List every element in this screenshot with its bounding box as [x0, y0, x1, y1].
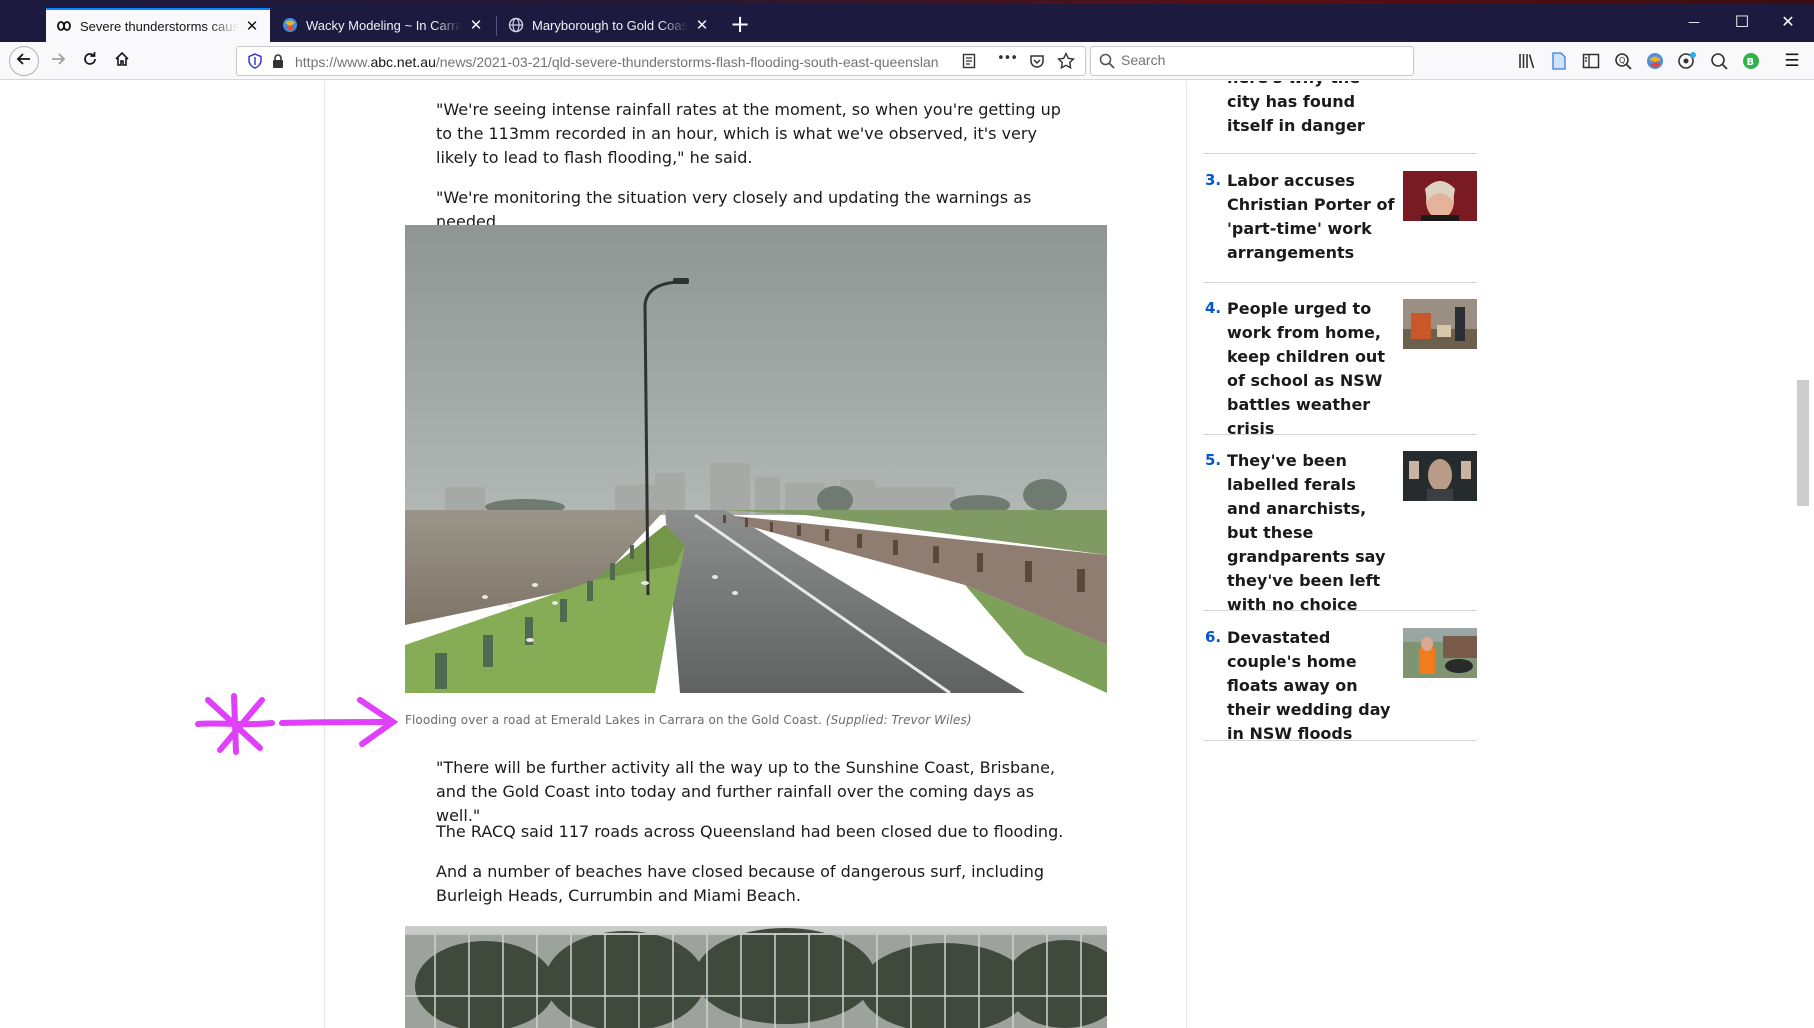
- scrollbar-thumb[interactable]: [1797, 380, 1809, 506]
- pocket-icon[interactable]: [1029, 53, 1045, 73]
- tracking-protection-icon[interactable]: [247, 53, 263, 73]
- left-column-divider: [324, 81, 325, 1028]
- url-path: /news/2021-03-21/qld-severe-thunderstorm…: [435, 54, 939, 70]
- sidebar-item-4[interactable]: 4. People urged to work from home, keep …: [1203, 299, 1477, 438]
- tab-separator: [496, 16, 497, 36]
- sidebar-icon[interactable]: [1581, 51, 1601, 71]
- sidebar-item-2-tail[interactable]: here's why the city has found itself in …: [1203, 81, 1477, 154]
- tab-wacky-modeling[interactable]: Wacky Modeling ~ In Carrara ~ ✕: [272, 8, 494, 42]
- library-icon[interactable]: [1517, 51, 1537, 71]
- back-button[interactable]: [9, 46, 39, 76]
- url-prefix: https://www.: [295, 54, 371, 70]
- sidebar-item-6[interactable]: 6. Devastated couple's home floats away …: [1203, 628, 1477, 743]
- reload-icon: [82, 51, 98, 71]
- sidebar-item-title[interactable]: Devastated couple's home floats away on …: [1227, 626, 1395, 746]
- right-column-divider: [1186, 81, 1187, 1028]
- search-icon: [1099, 53, 1115, 73]
- home-icon: [114, 51, 130, 71]
- svg-text:Q: Q: [1619, 56, 1625, 65]
- sidebar-item-5[interactable]: 5. They've been labelled ferals and anar…: [1203, 451, 1477, 614]
- tab-title: Maryborough to Gold Coast Ra: [532, 17, 688, 33]
- reload-button[interactable]: [74, 46, 106, 76]
- flood-road-photo[interactable]: [405, 225, 1107, 693]
- new-tab-button[interactable]: +: [725, 10, 755, 40]
- bookmark-star-icon[interactable]: [1056, 51, 1076, 74]
- photo-caption: Flooding over a road at Emerald Lakes in…: [405, 713, 972, 727]
- colorful-extension-icon[interactable]: [1645, 51, 1665, 71]
- address-bar[interactable]: https://www.abc.net.au/news/2021-03-21/q…: [236, 46, 1086, 76]
- sidebar-item-title[interactable]: here's why the city has found itself in …: [1227, 81, 1395, 138]
- maximize-button[interactable]: ☐: [1722, 8, 1762, 36]
- lock-icon[interactable]: [271, 53, 285, 73]
- tab-abc-news[interactable]: Severe thunderstorms cause fla ✕: [46, 8, 270, 42]
- sidebar-item-title[interactable]: People urged to work from home, keep chi…: [1227, 297, 1395, 441]
- abc-logo-icon: [56, 18, 72, 34]
- url-text[interactable]: https://www.abc.net.au/news/2021-03-21/q…: [295, 54, 955, 70]
- sidebar-thumbnail[interactable]: [1403, 299, 1477, 349]
- globe-icon: [508, 17, 524, 33]
- home-button[interactable]: [106, 46, 138, 76]
- fence-photo[interactable]: [405, 926, 1107, 1028]
- sidebar-thumbnail[interactable]: [1403, 451, 1477, 501]
- article-paragraph: "We're seeing intense rainfall rates at …: [436, 100, 1061, 167]
- menu-button[interactable]: ☰: [1782, 51, 1802, 71]
- sidebar-thumbnail[interactable]: [1403, 628, 1477, 678]
- green-extension-icon[interactable]: B: [1741, 51, 1761, 71]
- tab-title: Wacky Modeling ~ In Carrara ~: [306, 17, 462, 33]
- sidebar-item-3[interactable]: 3. Labor accuses Christian Porter of 'pa…: [1203, 171, 1477, 283]
- site-favicon-icon: [282, 17, 298, 33]
- sidebar-item-number: 6.: [1205, 628, 1222, 646]
- forward-button[interactable]: [42, 46, 74, 76]
- sidebar-item-number: 3.: [1205, 171, 1222, 189]
- annotation-asterisk-arrow: [190, 688, 410, 762]
- svg-text:B: B: [1747, 57, 1755, 68]
- tab-close-icon[interactable]: ✕: [468, 16, 484, 34]
- page-content: "We're seeing intense rainfall rates at …: [0, 81, 1800, 1028]
- article-paragraph: The RACQ said 117 roads across Queenslan…: [436, 822, 1064, 841]
- article-paragraph: And a number of beaches have closed beca…: [436, 862, 1044, 905]
- account-extension-icon[interactable]: [1677, 51, 1697, 71]
- window-close-button[interactable]: ✕: [1768, 8, 1808, 36]
- search-bar[interactable]: [1090, 46, 1414, 76]
- article-paragraph: "There will be further activity all the …: [436, 758, 1055, 825]
- tab-maryborough[interactable]: Maryborough to Gold Coast Ra ✕: [498, 8, 720, 42]
- sidebar-item-number: 5.: [1205, 451, 1222, 469]
- title-bar: Severe thunderstorms cause fla ✕ Wacky M…: [0, 0, 1814, 42]
- title-bar-accent: [0, 0, 1814, 4]
- reader-view-icon[interactable]: [961, 53, 977, 73]
- caption-credit: (Supplied: Trevor Wiles): [825, 713, 972, 727]
- sidebar-item-number: 4.: [1205, 299, 1222, 317]
- tab-close-icon[interactable]: ✕: [694, 16, 710, 34]
- page-scrollbar[interactable]: [1797, 81, 1814, 1028]
- document-icon[interactable]: [1549, 51, 1569, 71]
- magnifier-extension-icon[interactable]: Q: [1613, 51, 1633, 71]
- search-extension-icon[interactable]: [1709, 51, 1729, 71]
- arrow-right-icon: [50, 51, 66, 71]
- search-input[interactable]: [1121, 52, 1401, 68]
- tab-close-icon[interactable]: ✕: [244, 17, 260, 35]
- caption-text: Flooding over a road at Emerald Lakes in…: [405, 713, 822, 727]
- page-actions-icon[interactable]: •••: [997, 51, 1018, 66]
- sidebar-item-title[interactable]: Labor accuses Christian Porter of 'part-…: [1227, 169, 1395, 265]
- tab-title: Severe thunderstorms cause fla: [80, 18, 238, 34]
- minimize-button[interactable]: —: [1674, 8, 1714, 36]
- arrow-left-icon: [16, 51, 32, 71]
- sidebar-item-title[interactable]: They've been labelled ferals and anarchi…: [1227, 449, 1395, 617]
- url-domain: abc.net.au: [370, 54, 436, 70]
- navigation-toolbar: https://www.abc.net.au/news/2021-03-21/q…: [0, 42, 1814, 80]
- sidebar-thumbnail[interactable]: [1403, 171, 1477, 221]
